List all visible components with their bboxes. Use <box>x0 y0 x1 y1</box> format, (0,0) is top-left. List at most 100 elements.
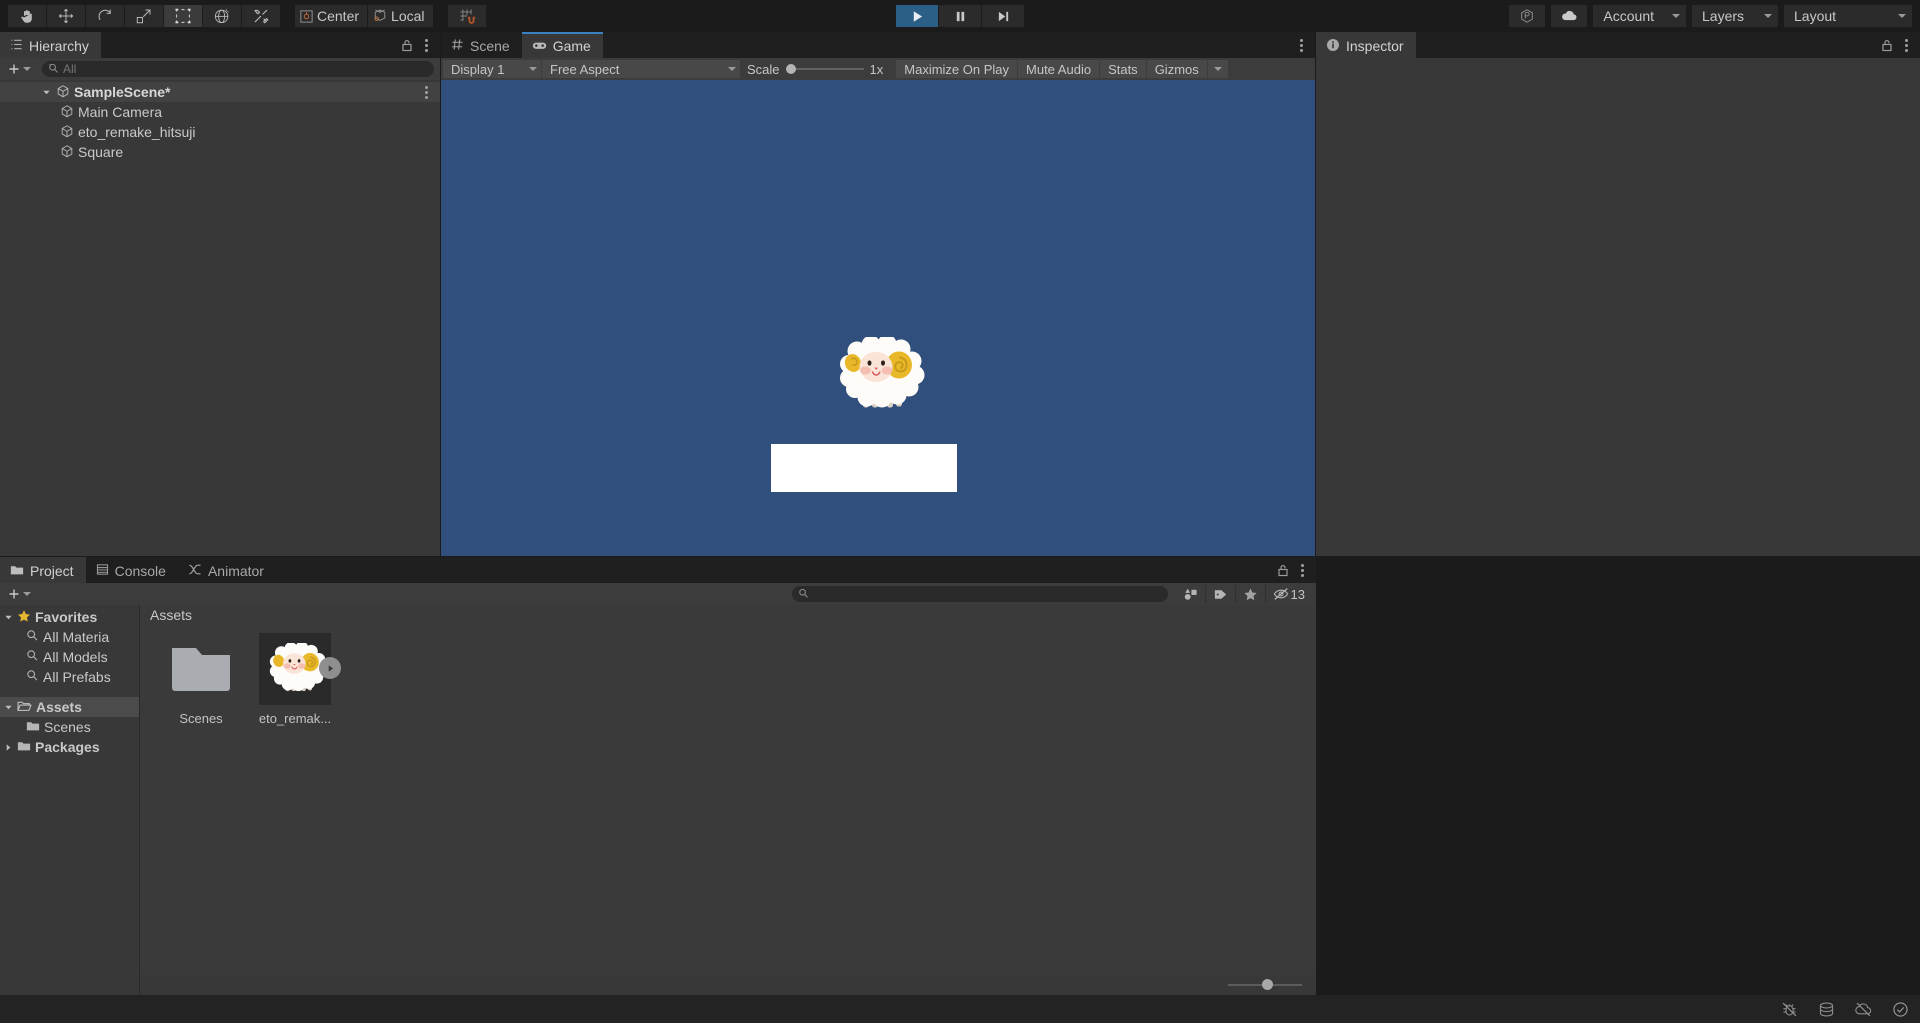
inspector-tabbar: Inspector <box>1316 32 1920 58</box>
gameview-tab-icons <box>1296 32 1311 58</box>
aspect-dropdown[interactable]: Free Aspect <box>542 60 740 78</box>
project-tree-item-label: All Prefabs <box>43 669 111 685</box>
hierarchy-item-main-camera[interactable]: Main Camera <box>0 102 440 122</box>
project-tree-item-all-materials[interactable]: All Materia <box>0 627 139 647</box>
gameview-menu-icon[interactable] <box>1296 39 1307 52</box>
hierarchy-item-square[interactable]: Square <box>0 142 440 162</box>
maximize-on-play-button[interactable]: Maximize On Play <box>896 60 1017 78</box>
project-menu-icon[interactable] <box>1297 564 1308 577</box>
project-tree-item-scenes[interactable]: Scenes <box>0 717 139 737</box>
custom-editor-tool-button[interactable] <box>242 5 280 27</box>
expand-arrow-icon[interactable] <box>40 88 52 97</box>
tab-game[interactable]: Game <box>522 32 603 58</box>
hand-tool-button[interactable] <box>8 5 46 27</box>
tab-inspector[interactable]: Inspector <box>1316 32 1416 58</box>
gizmos-button[interactable]: Gizmos <box>1147 60 1207 78</box>
gameview-tabbar: Scene Game <box>441 32 1315 58</box>
pivot-rotation-button[interactable]: Local <box>368 5 432 27</box>
layout-label: Layout <box>1794 8 1836 24</box>
hierarchy-tabbar: Hierarchy <box>0 32 440 58</box>
inspector-menu-icon[interactable] <box>1901 39 1912 52</box>
asset-item-scenes[interactable]: Scenes <box>154 633 248 726</box>
expand-arrow-icon[interactable] <box>4 699 13 715</box>
debug-off-icon[interactable] <box>1780 1000 1799 1019</box>
filter-by-type-icon[interactable] <box>1176 585 1206 603</box>
hidden-packages-toggle[interactable]: 13 <box>1266 585 1312 603</box>
thumbnail-zoom-slider[interactable] <box>1228 984 1302 986</box>
info-icon <box>1326 38 1340 55</box>
move-tool-button[interactable] <box>47 5 85 27</box>
scale-slider-knob[interactable] <box>786 64 796 74</box>
toolbar-right-group: Account Layers Layout <box>1509 5 1912 27</box>
project-search-input[interactable] <box>792 586 1168 602</box>
pivot-mode-button[interactable]: Center <box>295 5 367 27</box>
expand-arrow-icon[interactable] <box>4 609 13 625</box>
mute-audio-button[interactable]: Mute Audio <box>1018 60 1099 78</box>
project-zoom-footer <box>140 975 1316 995</box>
rotate-tool-button[interactable] <box>86 5 124 27</box>
ready-check-icon[interactable] <box>1891 1000 1910 1019</box>
step-button[interactable] <box>982 5 1024 27</box>
lock-icon[interactable] <box>1277 564 1289 577</box>
tab-scene[interactable]: Scene <box>441 32 522 58</box>
folder-open-icon <box>17 699 32 715</box>
scene-menu-icon[interactable] <box>421 86 432 99</box>
unity-cloud-icon[interactable] <box>1509 5 1545 27</box>
thumbnail-zoom-knob[interactable] <box>1262 979 1273 990</box>
gizmos-label: Gizmos <box>1155 62 1199 77</box>
hierarchy-menu-icon[interactable] <box>421 39 432 52</box>
scale-slider[interactable] <box>786 68 864 70</box>
project-tree-item-favorites[interactable]: Favorites <box>0 607 139 627</box>
hierarchy-item-eto-remake-hitsuji[interactable]: eto_remake_hitsuji <box>0 122 440 142</box>
project-tree-item-packages[interactable]: Packages <box>0 737 139 757</box>
game-render-surface[interactable] <box>441 80 1315 556</box>
status-bar <box>0 995 1920 1023</box>
pause-button[interactable] <box>939 5 981 27</box>
star-icon <box>17 609 31 626</box>
scale-tool-button[interactable] <box>125 5 163 27</box>
hierarchy-panel: Hierarchy <box>0 32 440 556</box>
asset-item-eto-remake[interactable]: eto_remak... <box>248 633 342 726</box>
filter-by-label-icon[interactable] <box>1206 585 1236 603</box>
layout-dropdown[interactable]: Layout <box>1784 5 1912 27</box>
project-tree-item-all-models[interactable]: All Models <box>0 647 139 667</box>
play-badge-icon[interactable] <box>319 657 341 679</box>
project-tree-item-assets[interactable]: Assets <box>0 697 139 717</box>
tab-hierarchy[interactable]: Hierarchy <box>0 32 101 58</box>
expand-arrow-icon[interactable] <box>4 739 13 755</box>
chevron-down-icon <box>23 67 31 71</box>
collab-off-icon[interactable] <box>1854 1000 1873 1019</box>
project-tree-item-all-prefabs[interactable]: All Prefabs <box>0 667 139 687</box>
display-dropdown[interactable]: Display 1 <box>443 60 541 78</box>
scene-icon <box>56 84 70 101</box>
tab-scene-label: Scene <box>470 38 510 54</box>
play-controls <box>896 5 1024 27</box>
layers-dropdown[interactable]: Layers <box>1692 5 1778 27</box>
grid-snap-button[interactable] <box>448 5 486 27</box>
tab-console[interactable]: Console <box>86 557 178 583</box>
transform-tool-button[interactable] <box>203 5 241 27</box>
play-button[interactable] <box>896 5 938 27</box>
account-dropdown[interactable]: Account <box>1593 5 1686 27</box>
tab-hierarchy-label: Hierarchy <box>29 38 89 54</box>
project-add-button[interactable] <box>4 587 34 601</box>
tab-project[interactable]: Project <box>0 557 86 583</box>
hierarchy-item-samplescene[interactable]: SampleScene* <box>0 82 440 102</box>
tab-animator[interactable]: Animator <box>178 557 276 583</box>
tab-animator-label: Animator <box>208 563 264 579</box>
hierarchy-item-label: Square <box>78 144 123 160</box>
gizmos-dropdown[interactable] <box>1208 60 1228 78</box>
folder-icon <box>10 563 24 579</box>
hierarchy-add-button[interactable] <box>4 62 34 76</box>
star-icon[interactable] <box>1236 585 1266 603</box>
project-tree-item-label: Packages <box>35 739 100 755</box>
lock-icon[interactable] <box>1881 39 1893 52</box>
sheep-sprite <box>827 337 927 413</box>
rect-tool-button[interactable] <box>164 5 202 27</box>
hierarchy-search-input[interactable]: All <box>42 61 434 77</box>
hierarchy-icon <box>10 38 23 54</box>
stats-button[interactable]: Stats <box>1100 60 1146 78</box>
code-coverage-icon[interactable] <box>1817 1000 1836 1019</box>
cloud-icon[interactable] <box>1551 5 1587 27</box>
lock-icon[interactable] <box>401 39 413 52</box>
